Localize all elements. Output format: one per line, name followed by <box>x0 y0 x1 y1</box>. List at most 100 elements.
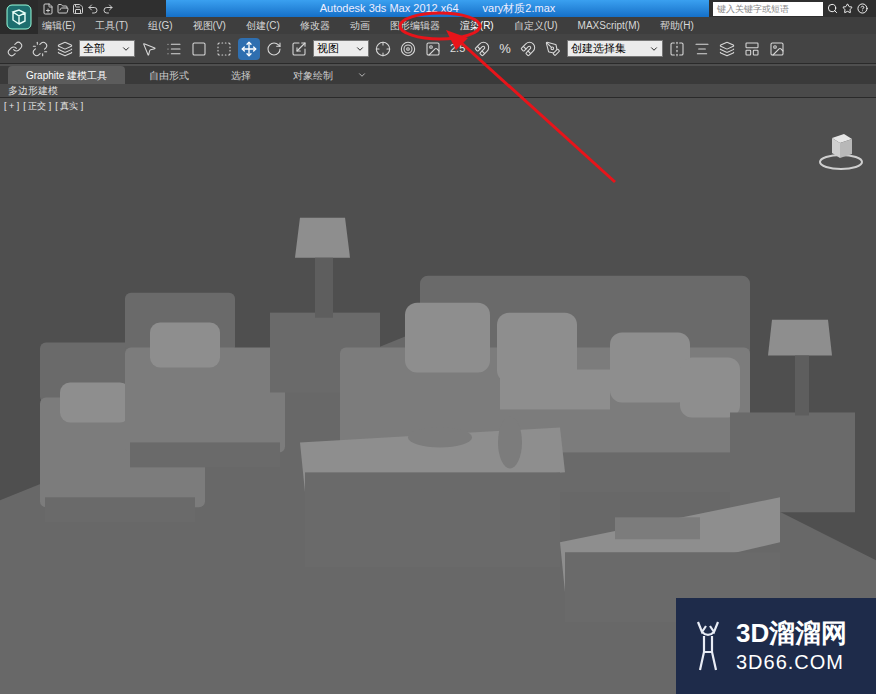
menu-bar: 编辑(E) 工具(T) 组(G) 视图(V) 创建(C) 修改器 动画 图形编辑器 渲染(R) 自… <box>38 17 876 34</box>
manipulate-icon <box>400 41 416 57</box>
menu-item[interactable]: 动画 <box>350 18 370 33</box>
app-logo[interactable] <box>0 0 38 34</box>
viewcube-icon[interactable] <box>818 128 864 174</box>
reference-coordinate-dropdown[interactable]: 视图 <box>313 40 369 57</box>
viewport-label-item[interactable]: [ 真实 ] <box>55 100 83 114</box>
viewport-label[interactable]: [ + ] [ 正交 ] [ 真实 ] <box>4 100 83 114</box>
ribbon-options-icon[interactable] <box>357 70 367 80</box>
menu-item[interactable]: 自定义(U) <box>514 18 558 33</box>
quick-access-icon[interactable] <box>42 3 54 15</box>
menu-item[interactable]: 组(G) <box>148 18 172 33</box>
unlink-button[interactable] <box>29 38 51 60</box>
region-icon <box>191 41 207 57</box>
keyboard-shortcut-icon <box>425 41 441 57</box>
watermark-url: 3D66.COM <box>736 650 847 675</box>
window-title: Autodesk 3ds Max 2012 x64vary材质2.max <box>166 0 709 17</box>
viewport[interactable]: [ + ] [ 正交 ] [ 真实 ] 3D溜溜网3D66.COM <box>0 98 876 694</box>
dropdown-arrow-icon <box>355 44 365 54</box>
ribbon-tabs: Graphite 建模工具自由形式选择对象绘制 <box>0 66 876 84</box>
menu-item[interactable]: 工具(T) <box>95 18 128 33</box>
quick-access-icon[interactable] <box>102 3 114 15</box>
dropdown-arrow-icon <box>649 44 659 54</box>
menu-item[interactable]: 修改器 <box>300 18 330 33</box>
menu-item[interactable]: 编辑(E) <box>42 18 75 33</box>
favorite-icon[interactable] <box>842 3 853 14</box>
viewport-label-item[interactable]: [ 正交 ] <box>23 100 51 114</box>
align-icon <box>694 41 710 57</box>
watermark: 3D溜溜网3D66.COM <box>676 598 876 694</box>
search-field[interactable]: 键入关键字或短语 <box>713 2 823 16</box>
pivot-button[interactable] <box>372 38 394 60</box>
quick-access-icon[interactable] <box>87 3 99 15</box>
help-icon[interactable] <box>857 3 868 14</box>
quick-access-toolbar <box>38 3 166 15</box>
graphite-toggle-button[interactable] <box>741 38 763 60</box>
align-button[interactable] <box>691 38 713 60</box>
select-by-name-icon <box>166 41 182 57</box>
menu-item[interactable]: MAXScript(M) <box>578 18 640 33</box>
annotation-arrow <box>0 0 876 694</box>
menu-item[interactable]: 渲染(R) <box>460 18 494 33</box>
bind-space-warp-button[interactable] <box>54 38 76 60</box>
spinner-snap-button[interactable] <box>517 38 539 60</box>
bind-space-warp-icon <box>57 41 73 57</box>
spinner-snap-icon <box>520 41 536 57</box>
ribbon-tab[interactable]: Graphite 建模工具 <box>8 66 125 84</box>
menu-item[interactable]: 帮助(H) <box>660 18 694 33</box>
quick-access-icon[interactable] <box>72 3 84 15</box>
scale-button[interactable] <box>288 38 310 60</box>
snap-toggle[interactable]: 2.5 <box>447 40 468 57</box>
menu-item[interactable]: 图形编辑器 <box>390 18 440 33</box>
main-toolbar: 全部 视图 2.5% 创建选择集 <box>0 34 876 64</box>
pivot-icon <box>375 41 391 57</box>
material-editor-button[interactable] <box>766 38 788 60</box>
link-button[interactable] <box>4 38 26 60</box>
dropdown-arrow-icon <box>121 44 131 54</box>
material-editor-icon <box>769 41 785 57</box>
select-icon <box>141 41 157 57</box>
title-bar: Autodesk 3ds Max 2012 x64vary材质2.max 键入关键… <box>38 0 876 17</box>
region-button[interactable] <box>188 38 210 60</box>
watermark-name: 3D溜溜网 <box>736 617 847 650</box>
move-button[interactable] <box>238 38 260 60</box>
rotate-icon <box>266 41 282 57</box>
selection-filter-dropdown[interactable]: 全部 <box>79 40 135 57</box>
ribbon-panel: 多边形建模 <box>0 84 876 98</box>
select-by-name-button[interactable] <box>163 38 185 60</box>
ribbon-tab[interactable]: 选择 <box>213 66 269 84</box>
mirror-icon <box>669 41 685 57</box>
quick-access-icon[interactable] <box>57 3 69 15</box>
deer-logo-icon <box>688 618 728 674</box>
angle-snap-icon <box>474 41 490 57</box>
layer-manager-button[interactable] <box>716 38 738 60</box>
graphite-toggle-icon <box>744 41 760 57</box>
manipulate-button[interactable] <box>397 38 419 60</box>
angle-snap-button[interactable] <box>471 38 493 60</box>
move-icon <box>241 41 257 57</box>
window-crossing-button[interactable] <box>213 38 235 60</box>
viewport-label-item[interactable]: [ + ] <box>4 100 19 114</box>
link-icon <box>7 41 23 57</box>
armchair-right <box>125 293 285 468</box>
percent-snap-toggle[interactable]: % <box>496 39 514 59</box>
mirror-button[interactable] <box>666 38 688 60</box>
layer-manager-icon <box>719 41 735 57</box>
coffee-table <box>300 416 565 567</box>
edit-named-selection-icon <box>545 41 561 57</box>
keyboard-shortcut-button[interactable] <box>422 38 444 60</box>
app-window: Autodesk 3ds Max 2012 x64vary材质2.max 键入关键… <box>0 0 876 694</box>
unlink-icon <box>32 41 48 57</box>
window-crossing-icon <box>216 41 232 57</box>
ribbon-tab[interactable]: 对象绘制 <box>275 66 351 84</box>
search-icon[interactable] <box>827 3 838 14</box>
menu-item[interactable]: 视图(V) <box>193 18 226 33</box>
scale-icon <box>291 41 307 57</box>
menu-item[interactable]: 创建(C) <box>246 18 280 33</box>
edit-named-selection-button[interactable] <box>542 38 564 60</box>
ribbon-panel-label[interactable]: 多边形建模 <box>8 83 58 98</box>
3ds-max-logo-icon <box>6 4 32 30</box>
ribbon-tab[interactable]: 自由形式 <box>131 66 207 84</box>
named-selection-dropdown[interactable]: 创建选择集 <box>567 40 663 57</box>
rotate-button[interactable] <box>263 38 285 60</box>
select-button[interactable] <box>138 38 160 60</box>
